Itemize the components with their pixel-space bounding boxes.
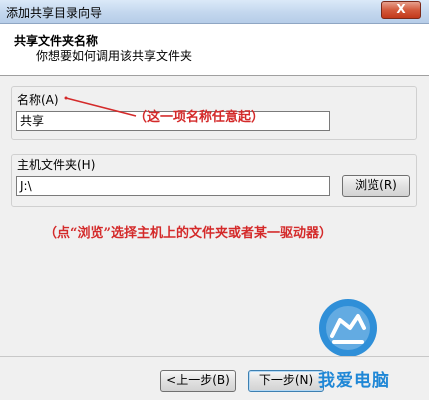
next-button-label: 下一步(N) [258,373,314,387]
host-folder-label: 主机文件夹(H) [17,158,96,172]
arrow-tip [64,96,68,100]
back-button-label: <上一步(B) [166,373,230,387]
name-hint-annotation: （这一项名称任意起） [134,110,265,125]
next-button[interactable]: 下一步(N) [248,370,324,392]
back-button[interactable]: <上一步(B) [160,370,236,392]
footer-divider [0,356,429,357]
watermark-text: 我爱电脑 [318,371,390,391]
host-folder-input[interactable]: J:\ [16,176,330,196]
browse-button-label: 浏览(R) [355,178,397,192]
host-folder-input-value: J:\ [20,179,32,193]
watermark-logo-icon [319,299,377,357]
browse-button[interactable]: 浏览(R) [342,175,410,197]
browse-hint-annotation: （点“浏览”选择主机上的文件夹或者某一驱动器） [44,226,332,241]
arrow-line [65,97,137,117]
